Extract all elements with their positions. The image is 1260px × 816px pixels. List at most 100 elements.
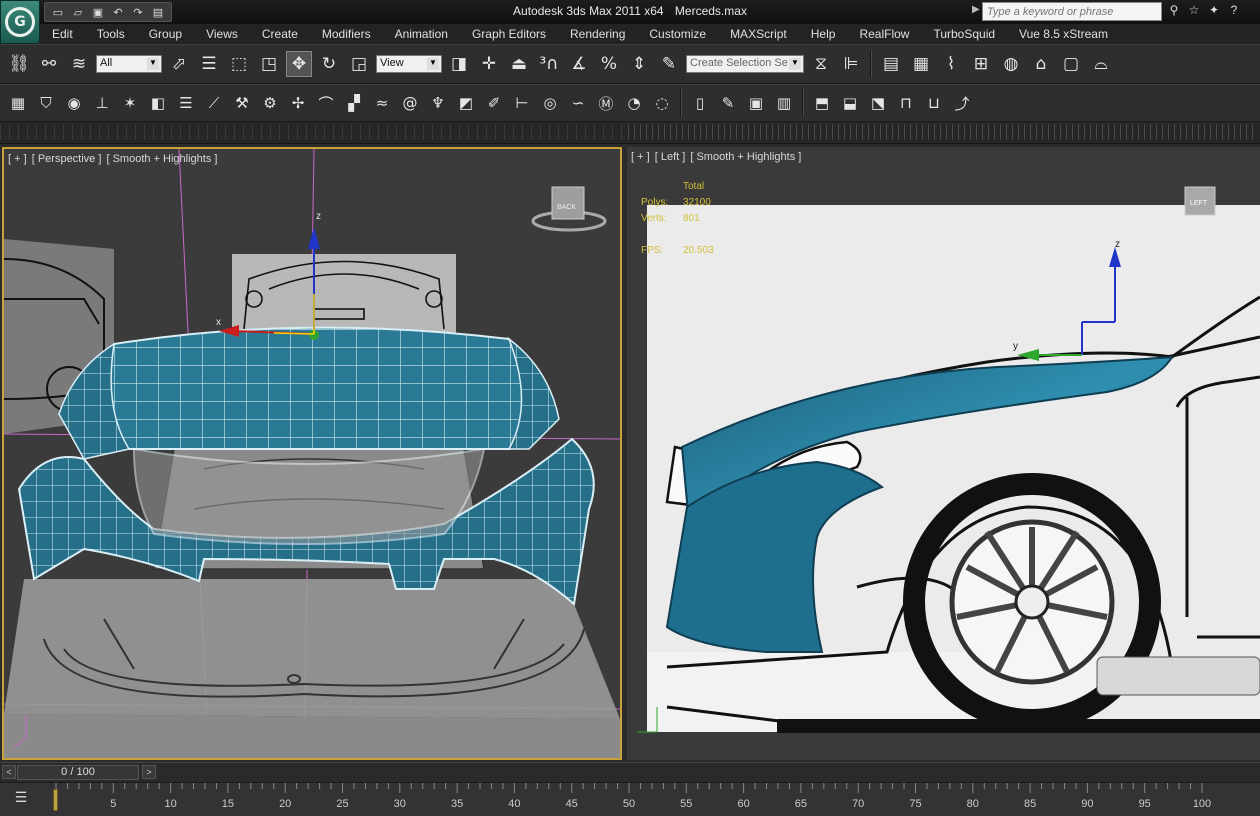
mesher-icon[interactable]: Ⓜ [594, 90, 618, 116]
star-icon[interactable]: ☆ [1186, 3, 1202, 19]
menu-modifiers[interactable]: Modifiers [310, 27, 383, 41]
binoculars-icon[interactable]: ⚲ [1166, 3, 1182, 19]
viewport-menu-plus[interactable]: [ + ] [631, 151, 650, 163]
pivot-center-icon[interactable]: ◨ [446, 51, 472, 77]
angle-snap-icon[interactable]: ∡ [566, 51, 592, 77]
perspective-viewport[interactable]: [ + ] [ Perspective ] [ Smooth + Highlig… [2, 147, 622, 760]
render-setup-icon[interactable]: ⌂ [1028, 51, 1054, 77]
align-icon[interactable]: ⊫ [838, 51, 864, 77]
spinner-snap-icon[interactable]: ⇕ [626, 51, 652, 77]
menu-help[interactable]: Help [799, 27, 848, 41]
menu-edit[interactable]: Edit [40, 27, 85, 41]
emitter-icon[interactable]: ⊥ [90, 90, 114, 116]
sim-stack-icon[interactable]: ⬓ [838, 90, 862, 116]
fan-icon[interactable]: ✢ [286, 90, 310, 116]
document-icon[interactable]: ▯ [688, 90, 712, 116]
axe-icon[interactable]: ⚒ [230, 90, 254, 116]
bin-fence-icon[interactable]: ⊓ [894, 90, 918, 116]
percent-snap-icon[interactable]: % [596, 51, 622, 77]
help-icon[interactable]: ? [1226, 3, 1242, 19]
boxes-icon[interactable]: ▦ [6, 90, 30, 116]
brush-icon[interactable]: ⟋ [202, 90, 226, 116]
named-selection-dropdown[interactable]: Create Selection Se [686, 55, 804, 73]
menu-customize[interactable]: Customize [637, 27, 718, 41]
caret-right-icon[interactable]: ▶ [972, 4, 980, 15]
menu-animation[interactable]: Animation [383, 27, 460, 41]
menu-tools[interactable]: Tools [85, 27, 137, 41]
rendered-frame-icon[interactable]: ▢ [1058, 51, 1084, 77]
select-object-icon[interactable]: ⬀ [166, 51, 192, 77]
layer-manager-icon[interactable]: ▤ [878, 51, 904, 77]
rect-selection-icon[interactable]: ⬚ [226, 51, 252, 77]
film-icon[interactable]: ▥ [772, 90, 796, 116]
sphere-icon[interactable]: ◉ [62, 90, 86, 116]
timeline-ruler[interactable]: 5 10 15 20 25 30 35 40 45 50 55 60 65 70 75 80 85 90 95 100 [54, 783, 1260, 816]
mirror-icon[interactable]: ⧖ [808, 51, 834, 77]
menu-vue[interactable]: Vue 8.5 xStream [1007, 27, 1120, 41]
viewport-menu-plus[interactable]: [ + ] [8, 153, 27, 165]
right-trackbar[interactable] [628, 124, 1254, 140]
menu-create[interactable]: Create [250, 27, 310, 41]
viewport-point-of-view[interactable]: [ Left ] [655, 151, 686, 163]
next-frame-arrow-icon[interactable]: > [142, 765, 156, 779]
selection-filter-dropdown[interactable]: All [96, 55, 162, 73]
select-rotate-icon[interactable]: ↻ [316, 51, 342, 77]
shirt-icon[interactable]: ⛉ [34, 90, 58, 116]
snaps-toggle-icon[interactable]: ³∩ [536, 51, 562, 77]
star-shape-icon[interactable]: ✶ [118, 90, 142, 116]
menu-group[interactable]: Group [137, 27, 194, 41]
select-scale-icon[interactable]: ◲ [346, 51, 372, 77]
tail-icon[interactable]: ∽ [566, 90, 590, 116]
track-bar[interactable]: ☰ 5 10 15 20 25 30 35 40 45 50 55 60 65 70 75 80 85 90 95 1… [0, 782, 1260, 816]
ref-coord-dropdown[interactable]: View [376, 55, 442, 73]
tools-icon[interactable]: ✦ [1206, 3, 1222, 19]
swirl-icon[interactable]: ◌ [650, 90, 674, 116]
select-manipulate-icon[interactable]: ✛ [476, 51, 502, 77]
viewcube[interactable]: LEFT [1184, 186, 1216, 216]
menu-graph-editors[interactable]: Graph Editors [460, 27, 558, 41]
graphite-ribbon-icon[interactable]: ▦ [908, 51, 934, 77]
sim-box-icon[interactable]: ⬔ [866, 90, 890, 116]
viewport-point-of-view[interactable]: [ Perspective ] [32, 153, 102, 165]
select-by-name-icon[interactable]: ☰ [196, 51, 222, 77]
menu-rendering[interactable]: Rendering [558, 27, 637, 41]
menu-realflow[interactable]: RealFlow [847, 27, 921, 41]
max-logo-icon[interactable]: G [0, 0, 40, 44]
frame-cursor[interactable] [53, 789, 58, 811]
keyboard-shortcut-icon[interactable]: ⏏ [506, 51, 532, 77]
spiral-icon[interactable]: ◎ [538, 90, 562, 116]
prev-frame-arrow-icon[interactable]: < [2, 765, 16, 779]
disk-stack-icon[interactable]: ☰ [174, 90, 198, 116]
edit-named-sets-icon[interactable]: ✎ [656, 51, 682, 77]
camera-icon[interactable]: ▣ [744, 90, 768, 116]
sim-cubes-icon[interactable]: ⬒ [810, 90, 834, 116]
menu-turbosquid[interactable]: TurboSquid [921, 27, 1007, 41]
viewport-shading-mode[interactable]: [ Smooth + Highlights ] [106, 153, 217, 165]
pick-icon[interactable]: ✎ [716, 90, 740, 116]
unlink-icon[interactable]: ⚯ [36, 51, 62, 77]
left-trackbar[interactable] [0, 124, 622, 140]
menu-views[interactable]: Views [194, 27, 250, 41]
drop-icon[interactable]: ✐ [482, 90, 506, 116]
bind-spacewarp-icon[interactable]: ≋ [66, 51, 92, 77]
window-crossing-icon[interactable]: ◳ [256, 51, 282, 77]
viewcube[interactable]: BACK [531, 186, 607, 232]
wing-icon[interactable]: ⌒ [314, 90, 338, 116]
perspective-viewport-label[interactable]: [ + ] [ Perspective ] [ Smooth + Highlig… [8, 153, 219, 165]
link-icon[interactable]: ⛓ [6, 51, 32, 77]
gear-icon[interactable]: ⚙ [258, 90, 282, 116]
menu-maxscript[interactable]: MAXScript [718, 27, 799, 41]
schematic-view-icon[interactable]: ⊞ [968, 51, 994, 77]
figure-icon[interactable]: ♆ [426, 90, 450, 116]
panel-icon[interactable]: ◩ [454, 90, 478, 116]
time-slider[interactable]: 0 / 100 [17, 765, 139, 780]
wave-icon[interactable]: ≈ [370, 90, 394, 116]
left-viewport-label[interactable]: [ + ] [ Left ] [ Smooth + Highlights ] [631, 151, 803, 163]
bin-crate-icon[interactable]: ⊔ [922, 90, 946, 116]
bin-export-icon[interactable]: ⤴ [950, 90, 974, 116]
search-input[interactable] [982, 2, 1162, 21]
material-editor-icon[interactable]: ◍ [998, 51, 1024, 77]
gauge-icon[interactable]: ◔ [622, 90, 646, 116]
select-move-icon[interactable]: ✥ [286, 51, 312, 77]
viewport-shading-mode[interactable]: [ Smooth + Highlights ] [690, 151, 801, 163]
